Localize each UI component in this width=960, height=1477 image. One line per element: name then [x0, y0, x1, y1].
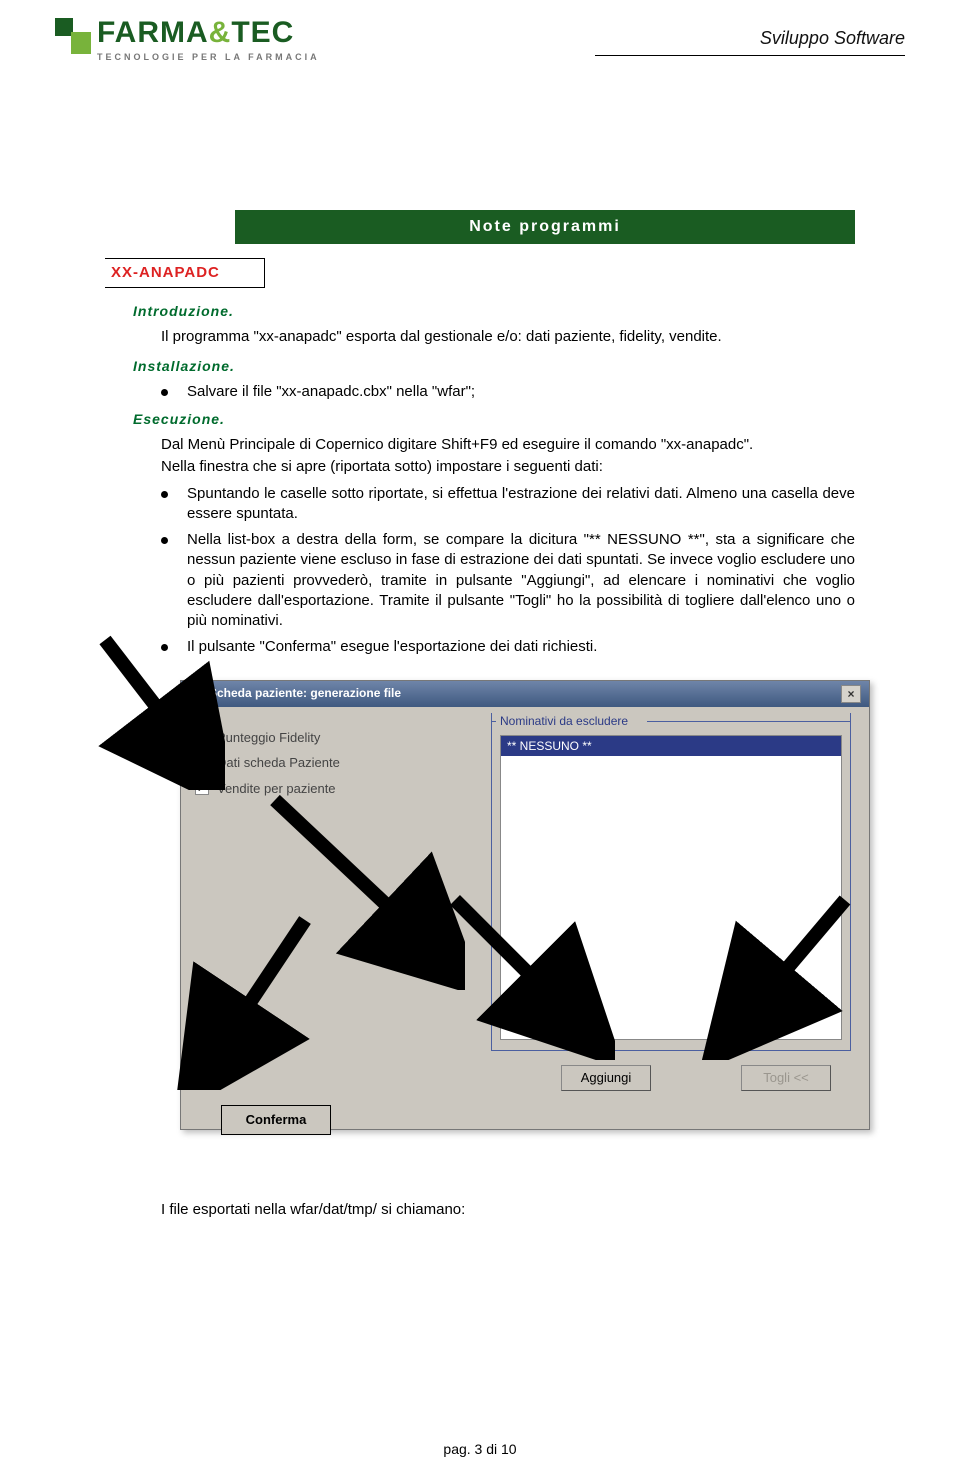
list-item[interactable]: ** NESSUNO ** — [501, 736, 841, 756]
conferma-button[interactable]: Conferma — [221, 1105, 331, 1135]
brand-left: FARMA — [97, 16, 209, 49]
checkbox-label: Punteggio Fidelity — [217, 729, 320, 747]
exec-line-2: Nella finestra che si apre (riportata so… — [161, 457, 855, 477]
section-name: XX-ANAPADC — [105, 258, 265, 288]
exec-bullet-1: Spuntando le caselle sotto riportate, si… — [161, 484, 855, 525]
annotation-arrow-icon — [95, 630, 225, 790]
annotation-arrow-icon — [435, 880, 615, 1060]
logo-mark-icon — [55, 18, 91, 54]
heading-esecuzione: Esecuzione. — [133, 410, 855, 429]
dialog-title: Scheda paziente: generazione file — [209, 685, 401, 701]
document-body: Note programmi XX-ANAPADC Introduzione. … — [0, 80, 960, 1220]
install-list: Salvare il file "xx-anapadc.cbx" nella "… — [161, 382, 855, 402]
brand-wordmark: FARMA&TEC — [97, 18, 320, 48]
exec-bullet-list: Spuntando le caselle sotto riportate, si… — [161, 484, 855, 658]
heading-introduzione: Introduzione. — [133, 302, 855, 321]
install-item: Salvare il file "xx-anapadc.cbx" nella "… — [161, 382, 855, 402]
header-section-title: Sviluppo Software — [760, 28, 905, 49]
footnote: I file esportati nella wfar/dat/tmp/ si … — [161, 1200, 855, 1220]
brand-right: TEC — [231, 16, 294, 49]
dialog-titlebar: Scheda paziente: generazione file × — [181, 681, 869, 707]
togli-button[interactable]: Togli << — [741, 1065, 831, 1091]
page-header: FARMA&TEC TECNOLOGIE PER LA FARMACIA Svi… — [0, 0, 960, 80]
close-button[interactable]: × — [841, 685, 861, 703]
annotation-arrow-icon — [695, 880, 865, 1060]
exec-bullet-3: Il pulsante "Conferma" esegue l'esportaz… — [161, 637, 855, 657]
embedded-screenshot: Scheda paziente: generazione file × Punt… — [135, 680, 875, 1160]
annotation-arrow-icon — [175, 910, 335, 1090]
title-band: Note programmi — [235, 210, 855, 244]
brand-tagline: TECNOLOGIE PER LA FARMACIA — [97, 52, 320, 62]
aggiungi-button[interactable]: Aggiungi — [561, 1065, 651, 1091]
fieldset-legend: Nominativi da escludere — [498, 713, 630, 729]
heading-installazione: Installazione. — [133, 357, 855, 376]
intro-paragraph: Il programma "xx-anapadc" esporta dal ge… — [161, 327, 855, 347]
brand-ampersand: & — [209, 16, 232, 49]
checkbox-label: Dati scheda Paziente — [217, 754, 340, 772]
exec-line-1: Dal Menù Principale di Copernico digitar… — [161, 435, 855, 455]
exec-bullet-2: Nella list-box a destra della form, se c… — [161, 530, 855, 631]
page-number: pag. 3 di 10 — [0, 1441, 960, 1457]
header-rule — [595, 55, 905, 56]
